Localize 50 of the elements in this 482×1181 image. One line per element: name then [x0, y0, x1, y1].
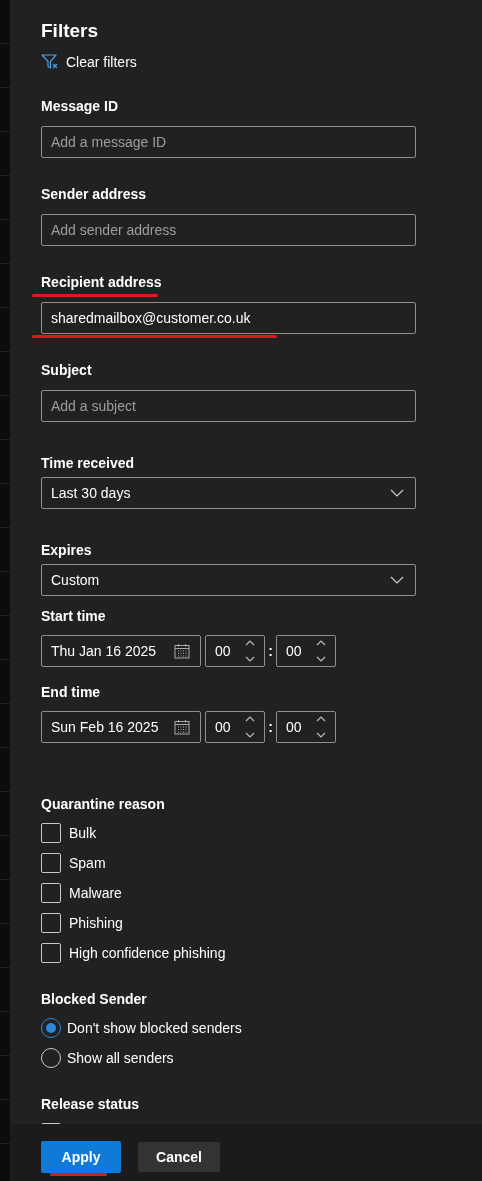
checkbox[interactable]	[41, 943, 61, 963]
input-field[interactable]: Add a message ID	[41, 126, 416, 158]
spin-arrows-icon	[315, 639, 327, 663]
spin-arrows-icon	[244, 639, 256, 663]
calendar-icon	[174, 719, 190, 735]
dropdown[interactable]: Custom	[41, 564, 416, 596]
field-label: Time received	[41, 454, 135, 473]
field-label: Subject	[41, 361, 92, 380]
checkbox[interactable]	[41, 913, 61, 933]
spin-arrows-icon	[315, 715, 327, 739]
minute-spinner[interactable]: 00	[276, 711, 336, 743]
chevron-down-icon	[390, 489, 404, 497]
time-separator: :	[267, 719, 274, 735]
checkbox-label: Bulk	[69, 824, 97, 843]
chevron-down-icon	[390, 576, 404, 584]
date-field[interactable]: Thu Jan 16 2025	[41, 635, 201, 667]
apply-button[interactable]: Apply	[41, 1141, 121, 1173]
funnel-icon	[41, 54, 59, 70]
checkbox-label: Malware	[69, 884, 122, 903]
checkbox-label: High confidence phishing	[69, 944, 226, 963]
field-label: End time	[41, 683, 101, 702]
hour-spinner[interactable]: 00	[205, 635, 265, 667]
checkbox[interactable]	[41, 883, 61, 903]
checkbox-label: Spam	[69, 854, 106, 873]
input-field[interactable]: Add sender address	[41, 214, 416, 246]
field-label: Start time	[41, 607, 106, 626]
checkbox-label: Phishing	[69, 914, 123, 933]
date-field[interactable]: Sun Feb 16 2025	[41, 711, 201, 743]
panel-title: Filters	[41, 19, 100, 43]
checkbox[interactable]	[41, 853, 61, 873]
input-field[interactable]: sharedmailbox@customer.co.uk	[41, 302, 416, 334]
spin-arrows-icon	[244, 715, 256, 739]
time-separator: :	[267, 643, 274, 659]
clear-filters-button[interactable]: Clear filters	[41, 52, 137, 72]
hour-spinner[interactable]: 00	[205, 711, 265, 743]
cancel-button[interactable]: Cancel	[138, 1142, 220, 1172]
field-label: Blocked Sender	[41, 990, 147, 1009]
calendar-icon	[174, 643, 190, 659]
minute-spinner[interactable]: 00	[276, 635, 336, 667]
field-label: Message ID	[41, 97, 119, 116]
radio-label: Show all senders	[67, 1049, 174, 1068]
field-label: Expires	[41, 541, 92, 560]
field-label: Quarantine reason	[41, 795, 165, 814]
input-field[interactable]: Add a subject	[41, 390, 416, 422]
radio-label: Don't show blocked senders	[67, 1019, 242, 1038]
field-label: Release status	[41, 1095, 140, 1114]
dropdown[interactable]: Last 30 days	[41, 477, 416, 509]
field-label: Sender address	[41, 185, 147, 204]
checkbox[interactable]	[41, 823, 61, 843]
field-label: Recipient address	[41, 273, 162, 292]
